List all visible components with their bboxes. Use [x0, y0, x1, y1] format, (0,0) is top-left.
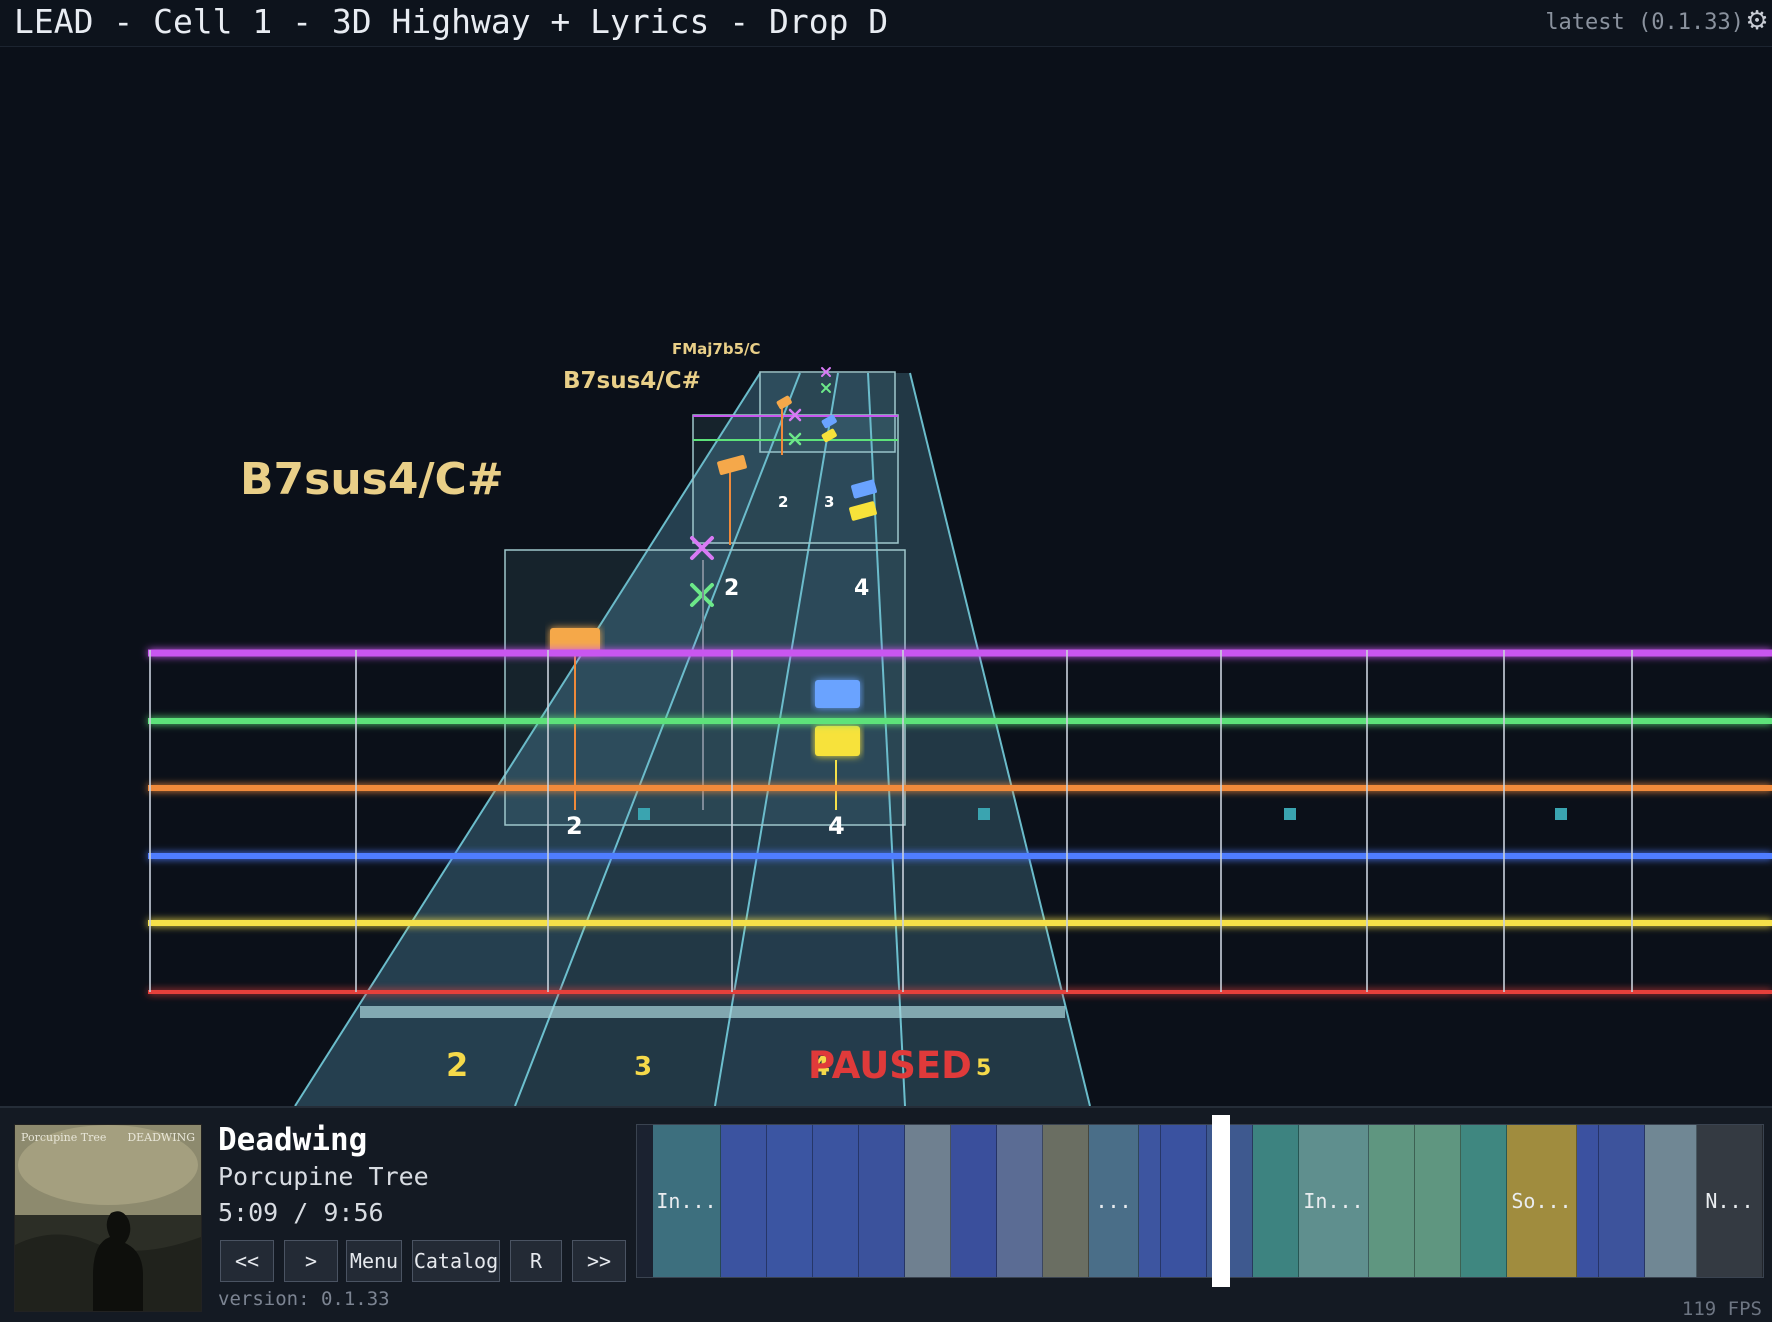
section-segment[interactable]: So...: [1507, 1125, 1577, 1277]
section-segment[interactable]: [1415, 1125, 1461, 1277]
section-segment[interactable]: N...: [1697, 1125, 1763, 1277]
gear-icon[interactable]: ⚙: [1744, 8, 1770, 34]
forward-button[interactable]: >>: [572, 1240, 626, 1282]
note-yellow: [815, 726, 860, 756]
section-segment[interactable]: [1599, 1125, 1645, 1277]
note-number: 4: [828, 812, 845, 840]
section-segment[interactable]: [1043, 1125, 1089, 1277]
section-segment[interactable]: In...: [653, 1125, 721, 1277]
section-segment[interactable]: [951, 1125, 997, 1277]
version-tag: latest (0.1.33): [1545, 10, 1744, 35]
album-cover: Porcupine Tree DEADWING: [14, 1124, 202, 1312]
section-segment[interactable]: [1645, 1125, 1697, 1277]
fret-number: 3: [634, 1052, 653, 1082]
note-number: 2: [778, 493, 789, 511]
song-artist: Porcupine Tree: [218, 1162, 429, 1191]
section-segment[interactable]: [813, 1125, 859, 1277]
note-number: 2: [724, 576, 740, 601]
cover-text-left: Porcupine Tree: [21, 1131, 107, 1144]
window-title: LEAD - Cell 1 - 3D Highway + Lyrics - Dr…: [14, 2, 889, 41]
section-segment[interactable]: [1369, 1125, 1415, 1277]
note-number: 4: [854, 576, 870, 601]
chord-label-medium: B7sus4/C#: [563, 368, 701, 394]
note-blue: [815, 680, 860, 708]
note-highway: B7sus4/C# B7sus4/C# FMaj7b5/C 2 4 2 4 2 …: [0, 46, 1772, 1106]
player-panel: Porcupine Tree DEADWING Deadwing Porcupi…: [0, 1106, 1772, 1322]
paused-status: PAUSED: [808, 1044, 972, 1087]
chord-label-small: FMaj7b5/C: [672, 340, 761, 358]
cover-text-right: DEADWING: [127, 1131, 195, 1144]
song-title: Deadwing: [218, 1122, 368, 1158]
section-segment[interactable]: [1461, 1125, 1507, 1277]
version-line: version: 0.1.33: [218, 1288, 390, 1310]
catalog-button[interactable]: Catalog: [412, 1240, 500, 1282]
section-segment[interactable]: ...: [1089, 1125, 1139, 1277]
section-segment[interactable]: [1139, 1125, 1161, 1277]
play-button[interactable]: >: [284, 1240, 338, 1282]
title-bar: LEAD - Cell 1 - 3D Highway + Lyrics - Dr…: [0, 0, 1772, 47]
fret-number: 5: [976, 1056, 992, 1081]
menu-button[interactable]: Menu: [346, 1240, 402, 1282]
section-segment[interactable]: [905, 1125, 951, 1277]
chord-label-large: B7sus4/C#: [240, 454, 504, 505]
section-segment[interactable]: [859, 1125, 905, 1277]
fret-number: 2: [446, 1046, 469, 1084]
section-timeline[interactable]: In... ... In... So... N...: [636, 1115, 1764, 1287]
section-segment[interactable]: In...: [1299, 1125, 1369, 1277]
note-number: 2: [566, 812, 583, 840]
section-segment[interactable]: [1577, 1125, 1599, 1277]
section-segment[interactable]: [997, 1125, 1043, 1277]
note-number: 3: [824, 493, 835, 511]
section-segment[interactable]: [1253, 1125, 1299, 1277]
rewind-button[interactable]: <<: [220, 1240, 274, 1282]
song-time: 5:09 / 9:56: [218, 1198, 384, 1227]
section-segment[interactable]: [721, 1125, 767, 1277]
section-segment[interactable]: [1161, 1125, 1207, 1277]
fps-counter: 119 FPS: [1681, 1298, 1762, 1320]
note-orange: [550, 628, 600, 652]
r-button[interactable]: R: [510, 1240, 562, 1282]
playhead[interactable]: [1212, 1115, 1230, 1287]
section-segment[interactable]: [767, 1125, 813, 1277]
